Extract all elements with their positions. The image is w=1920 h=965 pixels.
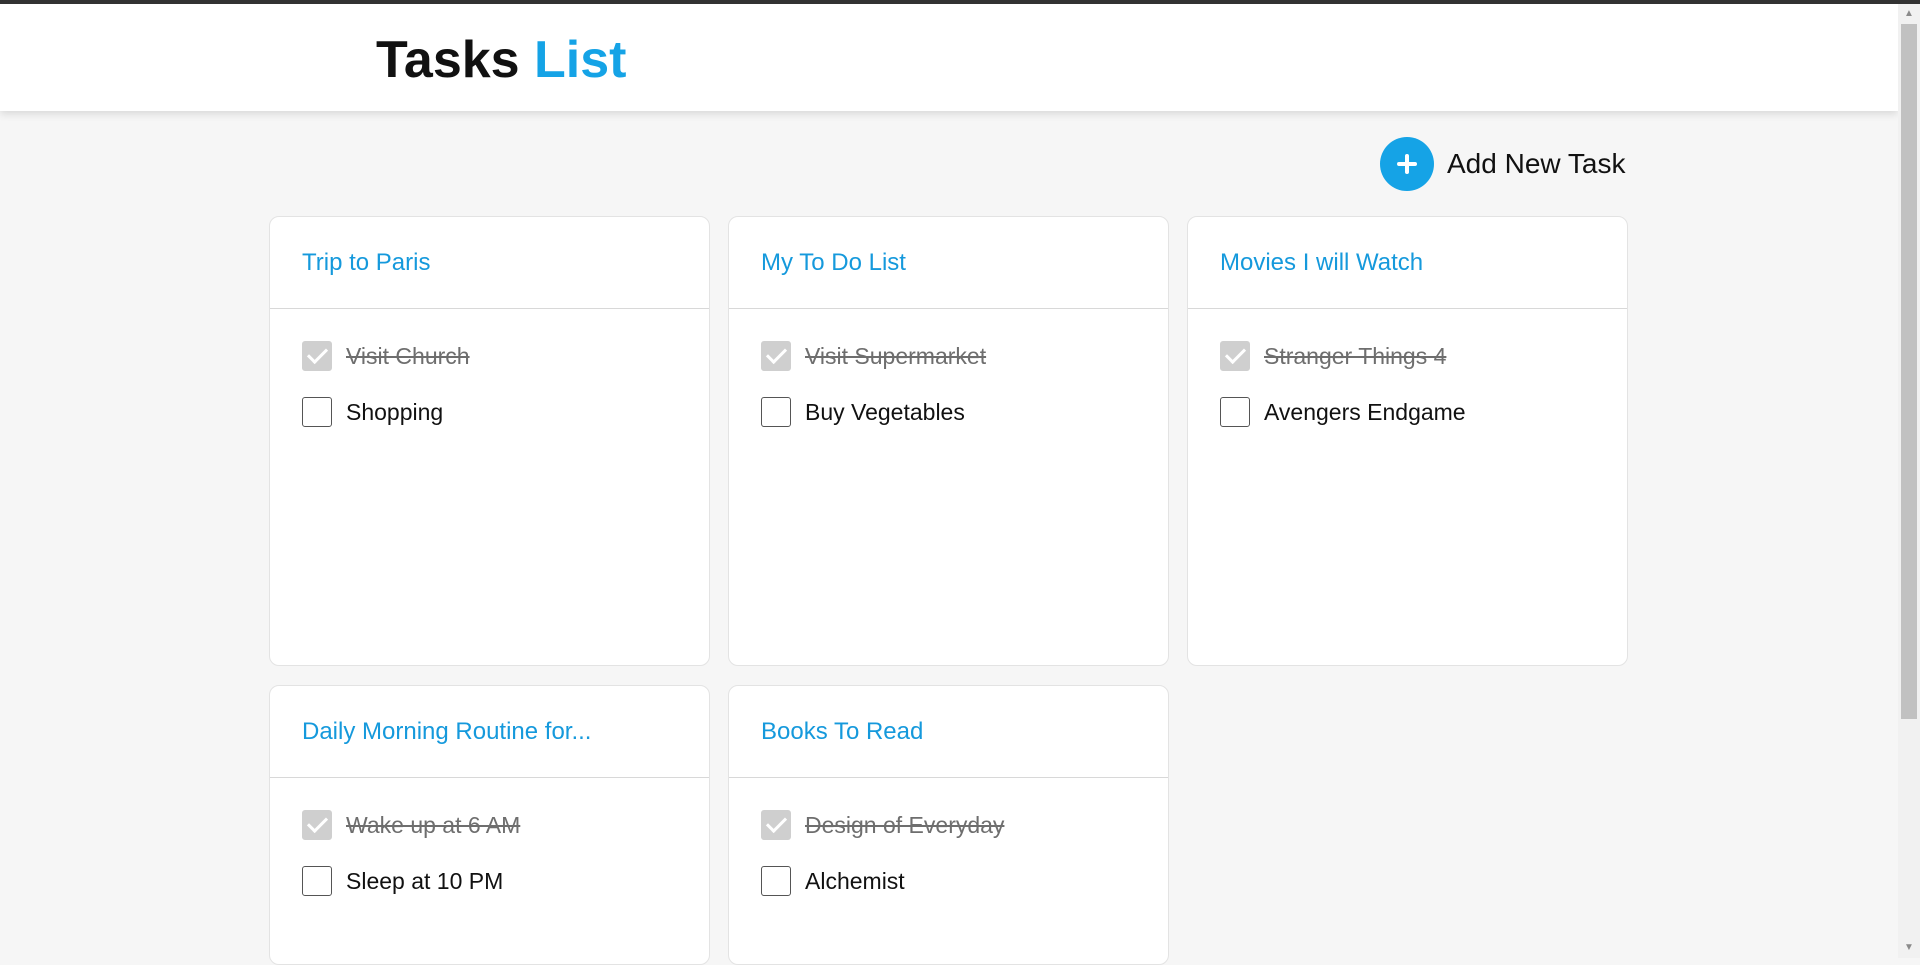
task-checkbox-checked[interactable] xyxy=(302,341,332,371)
add-new-task-button[interactable]: Add New Task xyxy=(1380,137,1625,191)
card-body: Visit Church Shopping xyxy=(270,309,709,429)
task-text: Visit Church xyxy=(346,342,470,369)
task-item: Shopping xyxy=(302,395,709,429)
card-title[interactable]: Daily Morning Routine for... xyxy=(302,718,591,746)
task-list-card: Movies I will Watch Stranger Things 4 Av… xyxy=(1187,216,1628,666)
card-header: My To Do List xyxy=(729,217,1168,309)
task-item: Stranger Things 4 xyxy=(1220,339,1627,373)
task-checkbox-checked[interactable] xyxy=(302,810,332,840)
task-item: Buy Vegetables xyxy=(761,395,1168,429)
card-title[interactable]: Books To Read xyxy=(761,718,923,746)
task-checkbox[interactable] xyxy=(302,397,332,427)
page-title-accent: List xyxy=(534,31,627,89)
task-checkbox[interactable] xyxy=(761,397,791,427)
task-checkbox-checked[interactable] xyxy=(1220,341,1250,371)
task-text: Stranger Things 4 xyxy=(1264,342,1447,369)
task-checkbox[interactable] xyxy=(761,866,791,896)
task-text: Shopping xyxy=(346,398,444,425)
card-title[interactable]: Trip to Paris xyxy=(302,249,430,277)
card-title[interactable]: Movies I will Watch xyxy=(1220,249,1423,277)
card-header: Daily Morning Routine for... xyxy=(270,686,709,778)
task-checkbox-checked[interactable] xyxy=(761,341,791,371)
plus-circle-icon[interactable] xyxy=(1380,137,1434,191)
task-checkbox[interactable] xyxy=(1220,397,1250,427)
task-list-card: Daily Morning Routine for... Wake up at … xyxy=(269,685,710,965)
card-header: Trip to Paris xyxy=(270,217,709,309)
page-title-main: Tasks xyxy=(376,31,520,89)
task-item: Wake up at 6 AM xyxy=(302,808,709,842)
app-header: Tasks List xyxy=(0,4,1898,111)
task-text: Sleep at 10 PM xyxy=(346,867,504,894)
task-list-card: My To Do List Visit Supermarket Buy Vege… xyxy=(728,216,1169,666)
task-checkbox[interactable] xyxy=(302,866,332,896)
card-header: Movies I will Watch xyxy=(1188,217,1627,309)
task-text: Wake up at 6 AM xyxy=(346,811,521,838)
vertical-scrollbar[interactable]: ▲ ▼ xyxy=(1898,4,1920,958)
card-header: Books To Read xyxy=(729,686,1168,778)
card-body: Visit Supermarket Buy Vegetables xyxy=(729,309,1168,429)
task-text: Design of Everyday xyxy=(805,811,1005,838)
task-text: Alchemist xyxy=(805,867,905,894)
task-item: Sleep at 10 PM xyxy=(302,864,709,898)
card-body: Wake up at 6 AM Sleep at 10 PM xyxy=(270,778,709,898)
card-title[interactable]: My To Do List xyxy=(761,249,906,277)
task-item: Visit Supermarket xyxy=(761,339,1168,373)
scroll-up-arrow-icon[interactable]: ▲ xyxy=(1898,4,1920,24)
task-item: Visit Church xyxy=(302,339,709,373)
task-text: Avengers Endgame xyxy=(1264,398,1466,425)
task-text: Buy Vegetables xyxy=(805,398,965,425)
task-checkbox-checked[interactable] xyxy=(761,810,791,840)
task-list-card: Trip to Paris Visit Church Shopping xyxy=(269,216,710,666)
task-item: Alchemist xyxy=(761,864,1168,898)
page-title: Tasks List xyxy=(376,30,627,90)
card-body: Stranger Things 4 Avengers Endgame xyxy=(1188,309,1627,429)
task-list-card: Books To Read Design of Everyday Alchemi… xyxy=(728,685,1169,965)
add-new-task-label[interactable]: Add New Task xyxy=(1447,148,1625,180)
task-item: Design of Everyday xyxy=(761,808,1168,842)
task-text: Visit Supermarket xyxy=(805,342,987,369)
scroll-down-arrow-icon[interactable]: ▼ xyxy=(1898,938,1920,958)
card-body: Design of Everyday Alchemist xyxy=(729,778,1168,898)
scroll-thumb[interactable] xyxy=(1901,24,1917,719)
task-item: Avengers Endgame xyxy=(1220,395,1627,429)
